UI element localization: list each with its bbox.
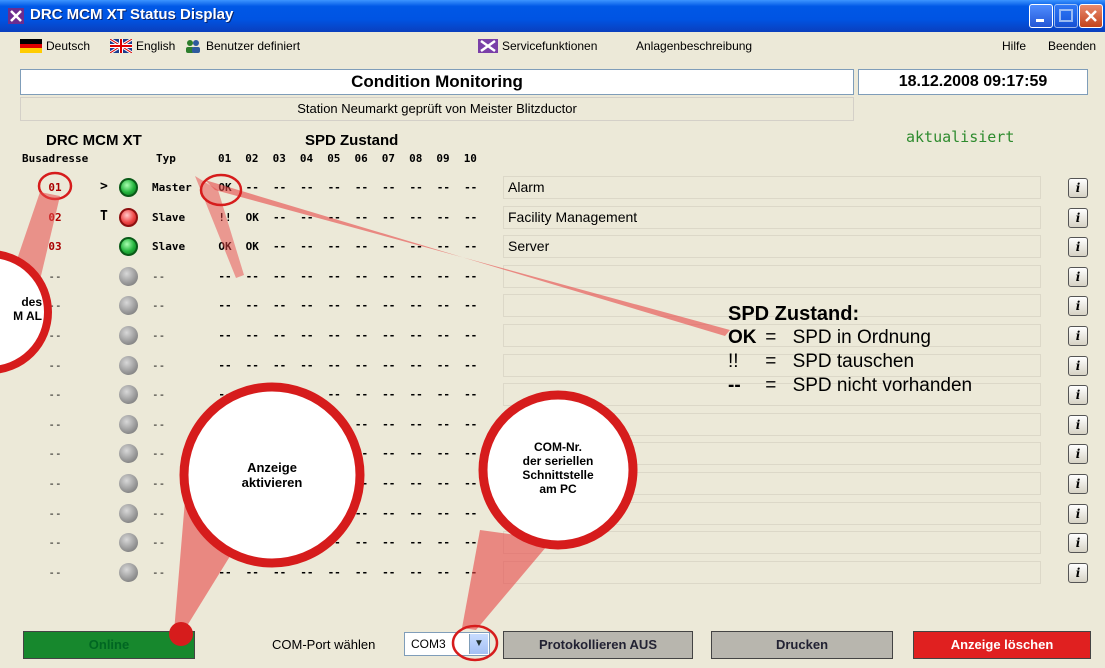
legend-row-missing: -- = SPD nicht vorhanden bbox=[728, 375, 972, 397]
activate-callout-text: Anzeige aktivieren bbox=[241, 460, 303, 490]
left-callout-text: des M AL bbox=[13, 295, 42, 323]
legend-title: SPD Zustand: bbox=[728, 303, 860, 325]
legend-eq: = bbox=[765, 327, 777, 348]
legend-row-replace: !! = SPD tauschen bbox=[728, 351, 914, 373]
legend-text-missing: SPD nicht vorhanden bbox=[792, 375, 973, 396]
legend-eq: = bbox=[765, 351, 777, 372]
online-marker bbox=[169, 622, 193, 646]
legend-row-ok: OK = SPD in Ordnung bbox=[728, 327, 931, 349]
legend-key-replace: !! bbox=[728, 351, 739, 372]
legend-eq: = bbox=[765, 375, 777, 396]
legend-text-ok: SPD in Ordnung bbox=[792, 327, 931, 348]
legend-text-replace: SPD tauschen bbox=[792, 351, 915, 372]
spd-callout-pointer bbox=[205, 180, 730, 336]
com-callout-text: COM-Nr. der seriellen Schnittstelle am P… bbox=[522, 440, 594, 496]
com-highlight bbox=[451, 624, 499, 662]
callout-overlay bbox=[0, 171, 730, 662]
app-window: DRC MCM XT Status Display Deutsch Englis… bbox=[0, 0, 1105, 668]
legend-key-missing: -- bbox=[728, 375, 741, 396]
legend-key-ok: OK bbox=[728, 327, 757, 348]
spd-legend: SPD Zustand: OK = SPD in Ordnung !! = SP… bbox=[728, 303, 972, 396]
